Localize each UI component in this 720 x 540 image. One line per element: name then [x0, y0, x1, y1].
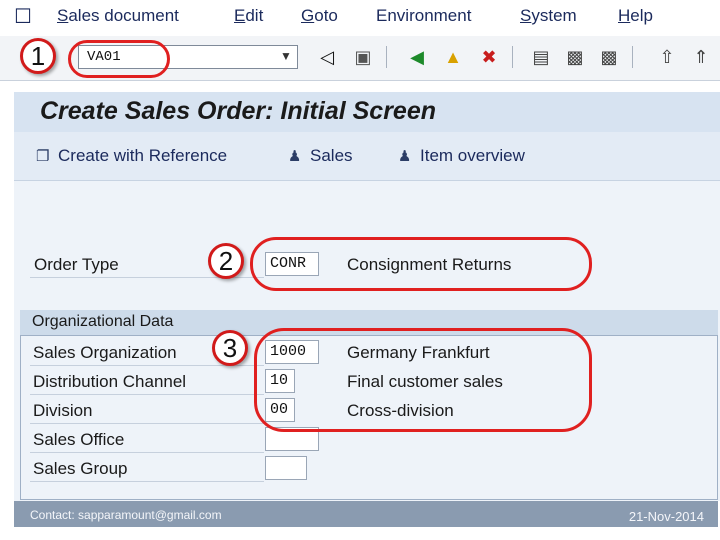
row-divider: [30, 423, 264, 424]
footer-date: 21-Nov-2014: [628, 509, 704, 524]
annotation-number-1: 1: [20, 38, 56, 74]
sales-organization-label: Sales Organization: [33, 343, 177, 362]
row-divider: [30, 394, 264, 395]
find-icon[interactable]: ▩: [564, 46, 586, 68]
row-divider: [30, 452, 264, 453]
footer-bar: Contact: sapparamount@gmail.com 21-Nov-2…: [14, 501, 718, 527]
sales-group-label: Sales Group: [33, 459, 128, 478]
cancel-icon[interactable]: ✖: [478, 46, 500, 68]
sales-group-field[interactable]: [265, 456, 307, 480]
menu-edit[interactable]: Edit: [234, 6, 263, 26]
menu-help[interactable]: Help: [618, 6, 653, 26]
first-page-icon[interactable]: ⇧: [656, 46, 678, 68]
row-divider: [30, 481, 264, 482]
menu-bar: ☐ Sales document Edit Goto Environment S…: [0, 0, 720, 32]
copy-icon: ❐: [36, 148, 50, 165]
distribution-channel-label: Distribution Channel: [33, 372, 187, 391]
menu-logo-icon[interactable]: ☐: [14, 4, 32, 29]
order-type-label: Order Type: [34, 255, 119, 274]
enter-icon[interactable]: ◁: [316, 46, 338, 68]
toolbar-separator: [632, 46, 633, 68]
menu-environment[interactable]: Environment: [376, 6, 471, 26]
menu-system[interactable]: System: [520, 6, 577, 26]
footer-contact: Contact: sapparamount@gmail.com: [30, 508, 222, 522]
annotation-ring-2: [250, 237, 592, 291]
org-data-title: Organizational Data: [32, 313, 174, 330]
create-with-reference-button[interactable]: ❐ Create with Reference: [36, 146, 227, 166]
menu-goto[interactable]: Goto: [301, 6, 338, 26]
person-icon: ♟: [398, 148, 412, 165]
previous-page-icon[interactable]: ⇑: [690, 46, 712, 68]
title-bar: Create Sales Order: Initial Screen: [14, 92, 720, 132]
item-overview-button[interactable]: ♟ Item overview: [398, 146, 525, 166]
person-icon: ♟: [288, 148, 302, 165]
back-icon[interactable]: ◀: [406, 46, 428, 68]
page-title: Create Sales Order: Initial Screen: [40, 97, 437, 125]
annotation-number-3: 3: [212, 330, 248, 366]
menu-sales-document[interactable]: Sales document: [57, 6, 179, 26]
annotation-ring-3: [254, 328, 592, 432]
toolbar-separator: [512, 46, 513, 68]
print-icon[interactable]: ▤: [530, 46, 552, 68]
sales-button[interactable]: ♟ Sales: [288, 146, 353, 166]
chevron-down-icon[interactable]: ▼: [279, 49, 293, 65]
division-label: Division: [33, 401, 93, 420]
save-icon[interactable]: ▣: [352, 46, 374, 68]
toolbar-separator: [386, 46, 387, 68]
application-toolbar: ❐ Create with Reference ♟ Sales ♟ Item over…: [14, 132, 720, 181]
sales-office-label: Sales Office: [33, 430, 125, 449]
find-next-icon[interactable]: ▩: [598, 46, 620, 68]
annotation-number-2: 2: [208, 243, 244, 279]
exit-icon[interactable]: ▲: [442, 46, 464, 68]
annotation-ring-1: [68, 40, 170, 78]
